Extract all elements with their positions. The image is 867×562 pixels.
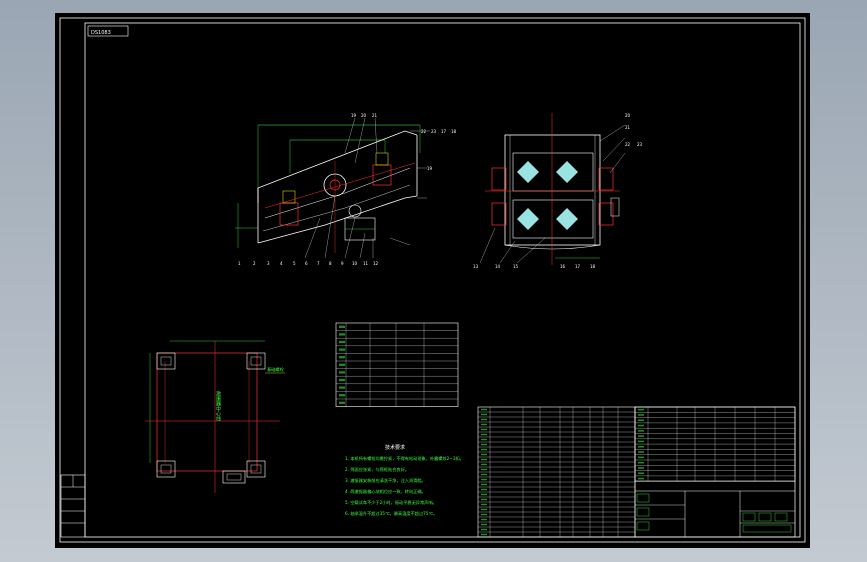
callout: 18 (451, 129, 457, 134)
callout: 3 (267, 261, 270, 266)
callout: 14 (495, 264, 501, 269)
callout: 17 (441, 129, 447, 134)
callout: 5 (293, 261, 296, 266)
callout: 23 (431, 129, 437, 134)
callout: 9 (341, 261, 344, 266)
callout: 19 (351, 113, 357, 118)
tech-note-line: 5. 空载试车不少于2小时，振动平稳无异常声响。 (345, 499, 437, 506)
callout: 22 (421, 129, 427, 134)
binding-strip (60, 474, 86, 538)
outer-border (59, 17, 806, 543)
parameter-table (335, 322, 459, 407)
tech-note-line: 6. 轴承温升不超过35℃，最高温度不超过75℃。 (345, 510, 437, 517)
callout: 22 (625, 142, 631, 147)
tech-notes-title: 技术要求 (385, 444, 405, 451)
callout: 4 (280, 261, 283, 266)
callout: 19 (427, 166, 433, 171)
tech-note-line: 2. 筛面应张紧，与筛框贴合良好。 (345, 466, 409, 473)
callout: 12 (373, 261, 379, 266)
tech-note-line: 4. 两激振器偏心块相位应一致，转向正确。 (345, 488, 426, 495)
callout: 21 (372, 113, 378, 118)
callout: 7 (317, 261, 320, 266)
callout: 15 (513, 264, 519, 269)
drawing-sheet[interactable]: DS1083 19 20 21 22 23 17 18 19 1 2 3 4 5… (55, 13, 810, 548)
callout: 10 (352, 261, 358, 266)
drawing-code: DS1083 (91, 30, 111, 36)
callout: 1 (238, 261, 241, 266)
side-view (235, 117, 430, 259)
parts-list (477, 406, 796, 538)
technical-requirements: 技术要求 1. 本机所有螺栓均需拧紧，不得有松动现象，外露螺纹2~3扣。 2. … (345, 444, 464, 517)
tech-note-line: 3. 激振器安装前应清洗干净，注入润滑脂。 (345, 477, 426, 484)
callout: 21 (625, 125, 631, 130)
side-view-callouts: 19 20 21 22 23 17 18 19 1 2 3 4 5 6 7 8 … (238, 113, 457, 266)
drawing-canvas: DS1083 19 20 21 22 23 17 18 19 1 2 3 4 5… (59, 17, 806, 543)
callout: 23 (637, 142, 643, 147)
cad-viewport[interactable]: DS1083 19 20 21 22 23 17 18 19 1 2 3 4 5… (0, 0, 867, 562)
callout: 20 (625, 113, 631, 118)
callout: 6 (305, 261, 308, 266)
callout: 16 (560, 264, 566, 269)
end-view (479, 113, 626, 265)
callout: 20 (361, 113, 367, 118)
callout: 13 (473, 264, 479, 269)
tech-note-line: 1. 本机所有螺栓均需拧紧，不得有松动现象，外露螺纹2~3扣。 (345, 455, 464, 462)
foundation-bolt-label: 基础螺栓 (267, 366, 285, 373)
callout: 17 (575, 264, 581, 269)
callout: 8 (329, 261, 332, 266)
callout: 11 (363, 261, 369, 266)
callout: 2 (253, 261, 256, 266)
callout: 18 (590, 264, 596, 269)
foundation-vertical-label: 激振器中心线 (215, 390, 221, 421)
